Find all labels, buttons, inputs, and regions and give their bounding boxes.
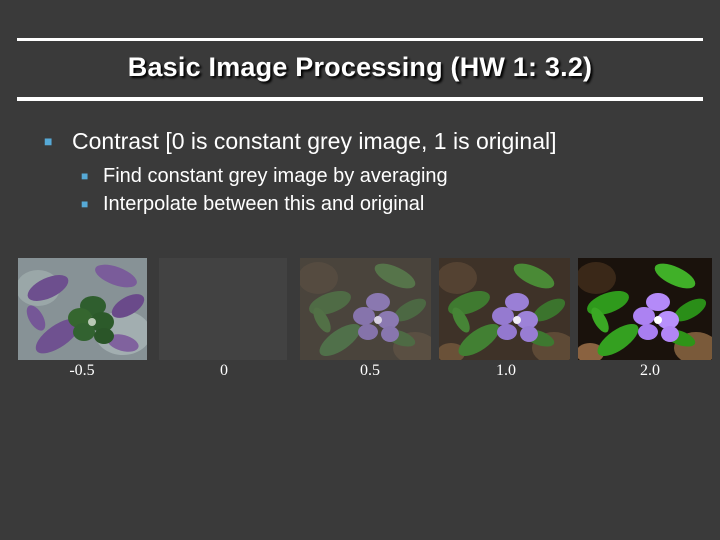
contrast-image-1-0: [439, 258, 570, 360]
contrast-image-2-0: [578, 258, 712, 360]
bullet-item: ■ Contrast [0 is constant grey image, 1 …: [44, 126, 704, 159]
bullet-text: Contrast [0 is constant grey image, 1 is…: [72, 128, 557, 154]
contrast-image-strip: [18, 258, 712, 360]
sub-bullet-text: Interpolate between this and original: [103, 193, 425, 215]
sub-bullet-text: Find constant grey image by averaging: [103, 165, 448, 187]
bullet-list: ■ Contrast [0 is constant grey image, 1 …: [44, 126, 704, 219]
image-caption: 0: [220, 362, 228, 379]
square-bullet-icon: ■: [44, 133, 53, 149]
contrast-image-0: [159, 258, 287, 360]
sub-bullet-item: ■ Interpolate between this and original: [81, 191, 704, 219]
image-caption: -0.5: [69, 362, 95, 379]
sub-bullet-item: ■ Find constant grey image by averaging: [81, 163, 704, 191]
title-rule-bottom: [17, 97, 703, 101]
contrast-image-0-5: [300, 258, 431, 360]
slide-title: Basic Image Processing (HW 1: 3.2): [127, 52, 593, 82]
square-bullet-icon: ■: [81, 197, 89, 211]
image-caption: 1.0: [496, 362, 516, 379]
image-caption: 0.5: [360, 362, 380, 379]
square-bullet-icon: ■: [81, 169, 89, 183]
contrast-image-neg-0-5: [18, 258, 147, 360]
image-caption: 2.0: [640, 362, 660, 379]
title-rule-top: [17, 38, 703, 41]
